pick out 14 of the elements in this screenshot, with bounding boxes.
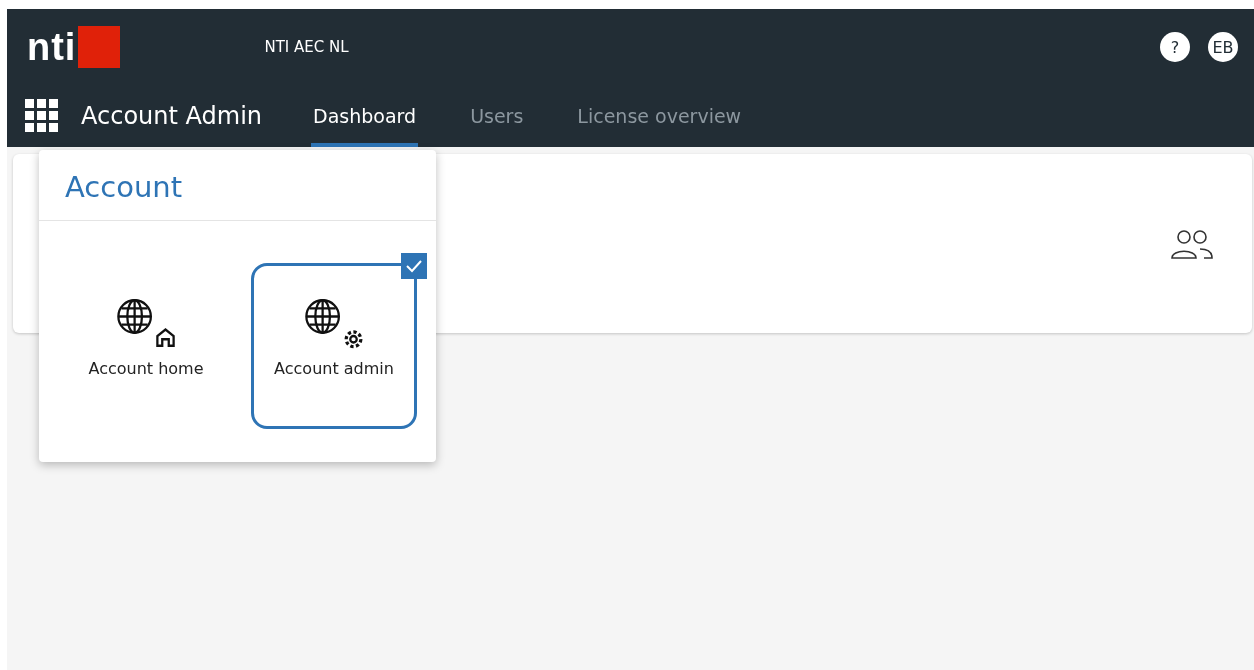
help-button[interactable]: ?: [1160, 32, 1190, 62]
logo-square: [78, 26, 121, 68]
organization-name: NTI AEC NL: [264, 38, 349, 56]
menu-title: Account: [39, 150, 436, 221]
app-grid-icon[interactable]: [25, 99, 59, 133]
nav-tab[interactable]: License overview: [575, 85, 744, 147]
users-icon: [1168, 227, 1216, 260]
user-avatar[interactable]: EB: [1208, 32, 1238, 62]
globe-house-icon: [115, 297, 177, 349]
app-tile[interactable]: Account admin: [251, 263, 417, 429]
app-title: Account Admin: [81, 101, 263, 132]
globe-gear-icon: [303, 297, 365, 349]
nav-tab[interactable]: Users: [468, 85, 526, 147]
logo-text: nti: [27, 28, 77, 66]
